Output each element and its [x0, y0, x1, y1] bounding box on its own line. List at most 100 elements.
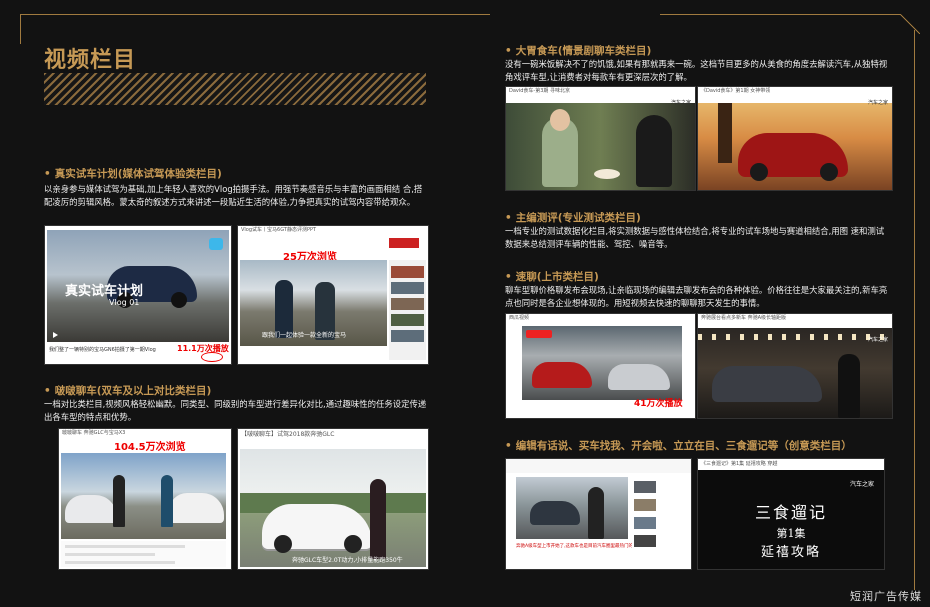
screenshot-glc-x3[interactable]: 啵啵聊车 奔驰GLC与宝马X3 104.5万次浏览: [58, 428, 232, 570]
video-frame-cars-street: [522, 326, 682, 400]
related-thumb[interactable]: [391, 298, 424, 310]
vlog-sub-overlay: Vlog 01: [109, 298, 140, 307]
related-thumb[interactable]: [391, 330, 424, 342]
play-control-icon[interactable]: [53, 332, 58, 338]
page-bar: [506, 459, 691, 473]
page-bar: David食车-第3期 寻味北京: [506, 87, 695, 96]
frame-corner: [900, 14, 920, 34]
section-heading-editor-test: • 主编测评(专业测试类栏目): [505, 210, 641, 225]
related-thumb[interactable]: [634, 535, 656, 547]
wheel-a: [274, 535, 292, 553]
page-bar: 啵啵聊车 奔驰GLC与宝马X3: [59, 429, 231, 438]
page-bar: Vlog试车丨宝马6GT静态评测PPT: [238, 226, 428, 235]
section-heading-creative: • 编辑有话说、买车找我、开会啦、立立在目、三食遛记等（创意类栏目）: [505, 438, 852, 453]
frame-right: [914, 30, 915, 590]
watermark-text: 短润广告传媒: [850, 590, 922, 603]
section-body-quick-talk: 聊车型聊价格聊发布会现场,让亲临现场的编辑去聊发布会的各种体验。价格往往是大家最…: [505, 285, 888, 308]
video-frame-glc: 奔驰GLC车型2.0T动力,小排量能跑350牛: [240, 449, 426, 567]
title-hatch-bar: [44, 73, 426, 105]
host-editor: [588, 487, 604, 539]
view-count-circle: [201, 352, 223, 362]
table-dish: [594, 169, 620, 179]
autohome-tag: [389, 238, 419, 248]
section-body-editor-test: 一档专业的测试数据化栏目,将实测数据与感性体检结合,将专业的试车场地与赛道相结合…: [505, 226, 885, 249]
comment-line: [65, 545, 185, 548]
section-heading-quick-talk: • 速聊(上市类栏目): [505, 269, 599, 284]
car-maybach: [712, 366, 822, 402]
section-heading-food-car: • 大胃食车(情景剧聊车类栏目): [505, 43, 651, 58]
related-videos-list: [389, 260, 426, 360]
glc-caption: 奔驰GLC车型2.0T动力,小排量能跑350牛: [292, 557, 403, 564]
related-thumb[interactable]: [391, 314, 424, 326]
bullet-icon: •: [505, 45, 512, 57]
host-2: [161, 475, 173, 527]
bullet-icon: •: [44, 168, 51, 180]
screenshot-david-food-3[interactable]: David食车-第3期 寻味北京 汽车之家: [505, 86, 696, 191]
section-heading-text: 速聊(上市类栏目): [515, 271, 599, 283]
episode-name: 延禧攻略: [760, 545, 821, 560]
episode-number: 第1集: [776, 527, 806, 540]
hosts-caption: 跟我们一起体验一款全新的宝马: [262, 332, 347, 339]
comments-area: [61, 541, 226, 567]
person-woman: [636, 115, 672, 187]
screenshot-vlog-player[interactable]: 真实试车计划 Vlog 01 我们整了一辆特别的宝马GN6拍摄了第一期Vlog …: [44, 225, 232, 365]
wheel-right: [171, 292, 187, 308]
page-bar: 西瓜视频: [506, 314, 695, 323]
video-frame-showroom: [698, 328, 892, 418]
car-silver: [608, 364, 670, 390]
frame-top-right: [660, 14, 900, 15]
vlog-title-overlay: 真实试车计划: [65, 284, 144, 299]
autohome-logo-tag: 汽车之家: [867, 100, 888, 106]
section-body-comparison: 一档对比类栏目,视频风格轻松幽默。同类型、同级别的车型进行差异化对比,通过趣味性…: [44, 399, 427, 422]
host-presenter: [370, 479, 386, 559]
related-thumb[interactable]: [634, 481, 656, 493]
wheel-beetle-r: [820, 163, 838, 181]
related-thumb[interactable]: [391, 282, 424, 294]
section-heading-text: 大胃食车(情景剧聊车类栏目): [515, 45, 652, 57]
section-heading-text: 编辑有话说、买车找我、开会啦、立立在目、三食遛记等（创意类栏目）: [515, 440, 852, 452]
wheel-beetle-l: [750, 163, 768, 181]
related-thumb[interactable]: [634, 499, 656, 511]
section-heading-text: 真实试车计划(媒体试驾体验类栏目): [54, 168, 222, 180]
section-heading-comparison: • 啵啵聊车(双车及以上对比类栏目): [44, 383, 211, 398]
autohome-logo-tag: 汽车之家: [867, 337, 888, 343]
related-thumb[interactable]: [634, 517, 656, 529]
screenshot-three-food[interactable]: 《三食遛记》第1集 延禧攻略 穿越 汽车之家 三食遛记 第1集 延禧攻略: [697, 458, 885, 570]
autohome-logo-tag: 汽车之家: [849, 481, 874, 488]
frame-top-left: [20, 14, 490, 15]
screenshot-david-food-1[interactable]: 《David食车》第1期 女神带领 汽车之家: [697, 86, 893, 191]
screenshot-benz-booth[interactable]: 奔驰展台看点多新车 奔驰A级长轴距版 汽车之家: [697, 313, 893, 419]
bullet-icon: •: [505, 440, 512, 452]
section-body-food-car: 没有一碗米饭解决不了的饥饿,如果有那就再来一碗。这档节目更多的从美食的角度去解读…: [505, 59, 888, 82]
page-bar: 【啵啵聊车】试驾2018款奔驰GLC: [238, 429, 428, 441]
car-white-right: [169, 493, 224, 523]
bilibili-logo-icon: [209, 238, 223, 250]
show-title: 三食遛记: [754, 503, 827, 522]
screenshot-glc-test[interactable]: 【啵啵聊车】试驾2018款奔驰GLC 奔驰GLC车型2.0T动力,小排量能跑35…: [237, 428, 429, 570]
stage-lights: [698, 334, 892, 340]
related-thumb[interactable]: [391, 266, 424, 278]
vlog-view-count: 11.1万次播放: [177, 344, 229, 353]
bullet-icon: •: [505, 212, 512, 224]
autohome-logo-tag: 汽车之家: [670, 100, 691, 106]
section-heading-text: 啵啵聊车(双车及以上对比类栏目): [54, 385, 212, 397]
screenshot-xigua-video[interactable]: 西瓜视频 41万次播放: [505, 313, 696, 419]
head-bald: [550, 109, 570, 131]
section-heading-text: 主编测评(专业测试类栏目): [515, 212, 641, 224]
screenshot-bmw-6gt[interactable]: Vlog试车丨宝马6GT静态评测PPT 25万次浏览 跟我们一起体验一款全新的宝…: [237, 225, 429, 365]
screenshot-editor-talk[interactable]: 奔驰A级车型上市开始了,这款车也是目前汽车圈里最热门的: [505, 458, 692, 570]
page-background: 视频栏目 • 真实试车计划(媒体试驾体验类栏目) 以亲身参与媒体试驾为基础,加上年…: [0, 0, 930, 607]
vlog-caption: 我们整了一辆特别的宝马GN6拍摄了第一期Vlog: [49, 347, 156, 353]
frame-left: [20, 14, 21, 44]
video-frame-bmw: 真实试车计划 Vlog 01: [47, 230, 229, 342]
presenter: [838, 354, 860, 418]
comment-line: [65, 561, 175, 564]
glc-view-count: 104.5万次浏览: [114, 442, 186, 453]
page-title: 视频栏目: [44, 48, 137, 73]
car-white-left: [65, 495, 117, 523]
video-frame-beetle: [698, 103, 892, 190]
video-frame-dining: [506, 103, 695, 190]
bullet-icon: •: [505, 271, 512, 283]
page-bar: 《David食车》第1期 女神带领: [698, 87, 892, 96]
car-benz-a: [530, 501, 580, 525]
